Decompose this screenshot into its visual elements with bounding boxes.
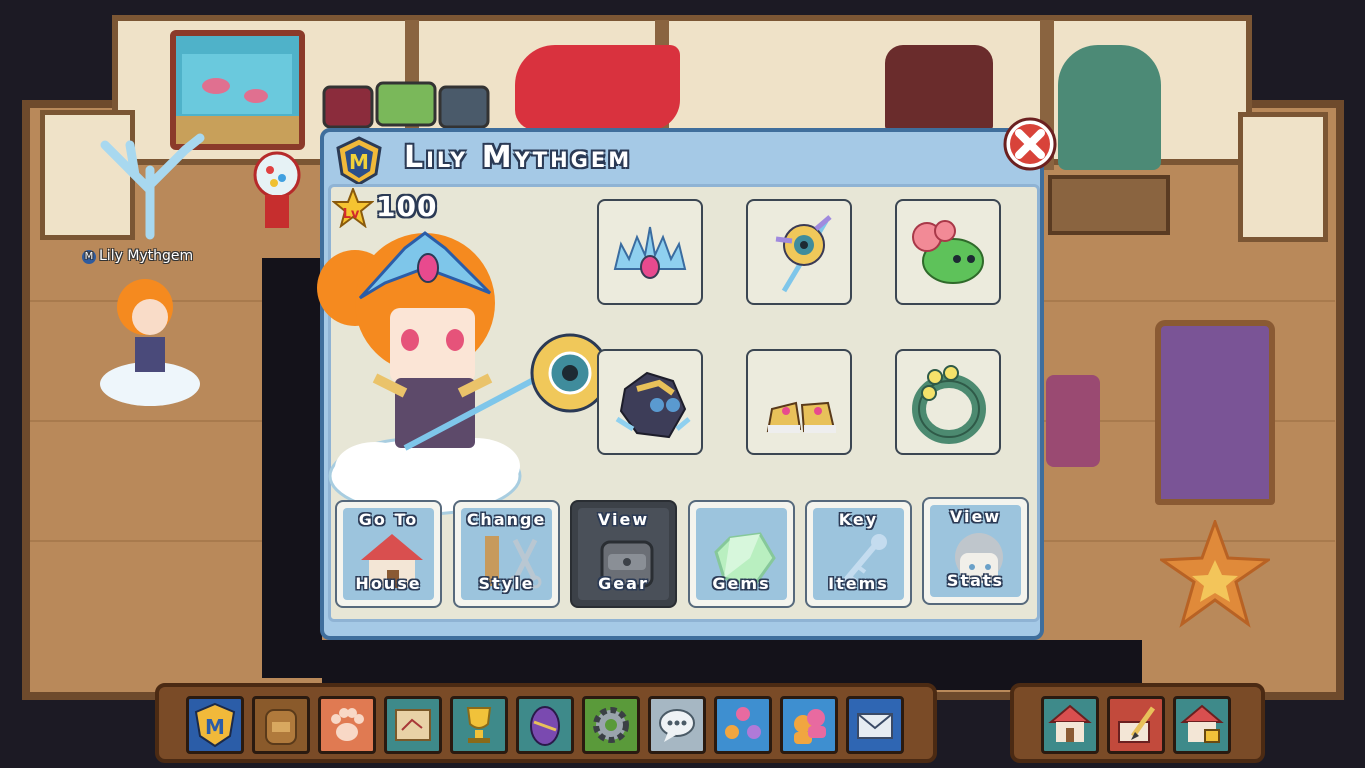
player-character-small[interactable]	[95, 262, 205, 412]
button-label-bottom: House	[355, 574, 422, 593]
equip-slot-relic[interactable]	[895, 349, 1001, 455]
level-star-icon: Lv	[332, 188, 374, 228]
close-button[interactable]	[1003, 117, 1057, 171]
totem-furniture[interactable]	[1058, 45, 1161, 170]
mail-button[interactable]	[846, 696, 904, 754]
paw-icon	[331, 708, 364, 741]
level-number: 100	[376, 190, 438, 223]
button-label-bottom: Style	[478, 574, 535, 593]
friends-icon	[725, 707, 761, 739]
gem-boots-icon	[766, 401, 836, 433]
jade-ring-icon	[912, 365, 986, 444]
map-icon	[395, 709, 431, 741]
my-house-button[interactable]	[1041, 696, 1099, 754]
house-icon	[1048, 704, 1092, 742]
green-flower-pet-icon	[912, 220, 984, 284]
backpack-button[interactable]	[252, 696, 310, 754]
pets-button[interactable]	[318, 696, 376, 754]
player-avatar	[317, 231, 610, 516]
moon-sign-furniture[interactable]	[1048, 175, 1170, 235]
crystal-crown-icon	[613, 226, 687, 279]
eye-staff-icon	[775, 215, 832, 293]
doorway-shadow	[262, 258, 322, 678]
house-lock-button[interactable]	[1173, 696, 1231, 754]
gumball-machine-decoration[interactable]	[252, 150, 302, 230]
button-label-bottom: Stats	[946, 571, 1005, 590]
button-label-top: Go To	[358, 510, 419, 529]
friends-button[interactable]	[714, 696, 772, 754]
view-gear-button[interactable]: View Gear	[570, 500, 677, 608]
social-button[interactable]	[780, 696, 838, 754]
button-label-bottom: Items	[828, 574, 889, 593]
armored-outfit-icon	[615, 371, 691, 439]
svg-text:M: M	[205, 715, 225, 739]
button-label-top: View	[597, 510, 650, 529]
edit-house-button[interactable]	[1107, 696, 1165, 754]
egg-icon	[530, 706, 560, 746]
potion-shelf-furniture[interactable]	[885, 45, 993, 130]
equip-slot-hat[interactable]	[597, 199, 703, 305]
view-stats-button[interactable]: View Stats	[922, 497, 1029, 605]
change-style-button[interactable]: Change Style	[453, 500, 560, 608]
ice-coral-decoration[interactable]	[90, 130, 210, 240]
mail-icon	[857, 713, 893, 739]
gems-button[interactable]: Gems	[688, 500, 795, 608]
equip-slot-pet[interactable]	[895, 199, 1001, 305]
house-lock-icon	[1180, 704, 1224, 743]
epic-egg-button[interactable]	[516, 696, 574, 754]
button-label-bottom: Gear	[598, 574, 649, 593]
equip-slot-outfit[interactable]	[597, 349, 703, 455]
map-button[interactable]	[384, 696, 442, 754]
trophy-icon	[466, 707, 492, 743]
plane-furniture[interactable]	[515, 45, 680, 130]
button-label-top: Change	[466, 510, 547, 529]
house-edit-icon	[1118, 706, 1156, 743]
player-name-tag: M Lily Mythgem	[82, 248, 193, 264]
equip-slot-boots[interactable]	[746, 349, 852, 455]
button-label-top: Key	[838, 510, 879, 529]
player-name-title: Lily Mythgem	[404, 140, 633, 175]
chat-button[interactable]	[648, 696, 706, 754]
glasses-decoration[interactable]	[322, 75, 490, 130]
button-label-bottom: Gems	[712, 574, 771, 593]
settings-gear-icon	[593, 707, 629, 743]
equip-slot-weapon[interactable]	[746, 199, 852, 305]
key-items-button[interactable]: Key Items	[805, 500, 912, 608]
achievements-button[interactable]	[450, 696, 508, 754]
member-m-icon: M	[194, 702, 236, 748]
settings-button[interactable]	[582, 696, 640, 754]
level-prefix: Lv	[343, 207, 360, 222]
member-shield-icon: M	[336, 136, 382, 186]
player-name-tag-text: Lily Mythgem	[99, 248, 194, 264]
chat-bubble-icon	[659, 709, 695, 742]
social-icon	[794, 709, 826, 744]
svg-text:M: M	[349, 150, 369, 174]
button-label-top: View	[949, 507, 1002, 526]
star-rug-decoration[interactable]	[1160, 520, 1270, 630]
member-badge-icon: M	[82, 250, 96, 264]
side-wall-right	[1238, 112, 1328, 242]
bed-furniture[interactable]	[1155, 320, 1275, 505]
sofa-furniture[interactable]	[1046, 375, 1100, 467]
go-to-house-button[interactable]: Go To House	[335, 500, 442, 608]
backpack-icon	[265, 709, 297, 745]
member-button[interactable]: M	[186, 696, 244, 754]
